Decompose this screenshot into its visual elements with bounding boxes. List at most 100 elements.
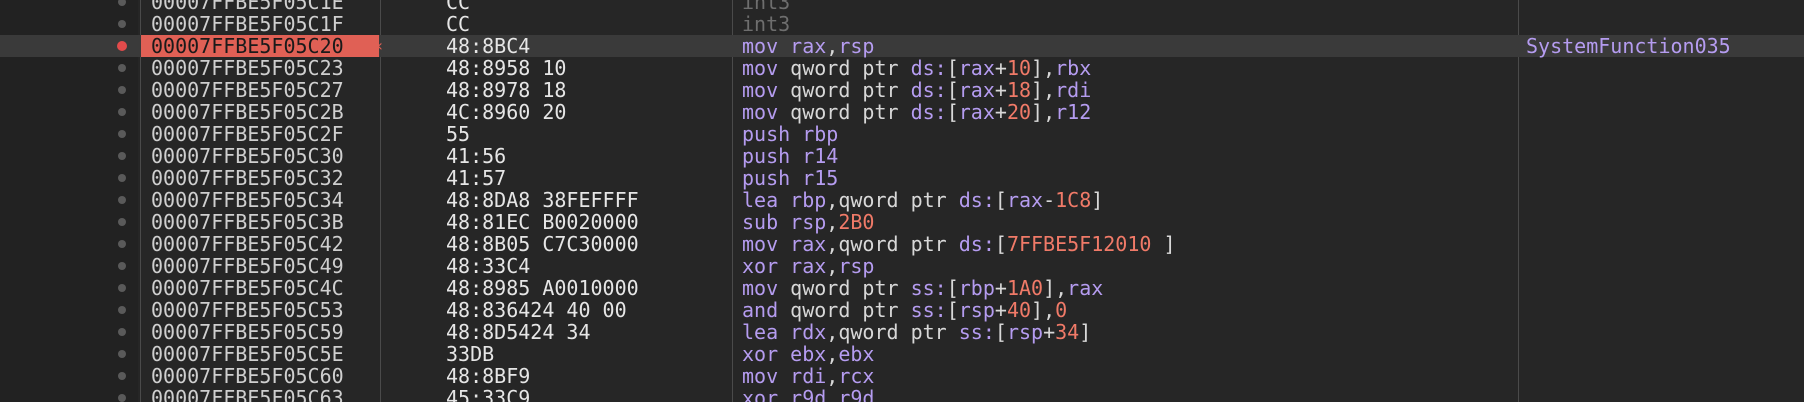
breakpoint-placeholder-icon[interactable] (118, 394, 126, 402)
instruction-row[interactable]: 00007FFBE5F05C20 ‹ 48:8BC4 mov rax,rsp Syste… (0, 35, 1804, 57)
breakpoint-placeholder-icon[interactable] (118, 0, 126, 6)
breakpoint-placeholder-icon[interactable] (118, 350, 126, 358)
instruction-cell[interactable]: and qword ptr ss:[rsp+40],0 (742, 299, 1067, 321)
breakpoint-placeholder-icon[interactable] (118, 306, 126, 314)
bytes-cell[interactable]: 33DB (446, 343, 494, 365)
instruction-cell[interactable]: push rbp (742, 123, 838, 145)
address-cell[interactable]: 00007FFBE5F05C49 (141, 255, 379, 277)
address-cell[interactable]: 00007FFBE5F05C23 (141, 57, 379, 79)
instruction-row[interactable]: 00007FFBE5F05C34 48:8DA8 38FEFFFF lea rbp,… (0, 189, 1804, 211)
instruction-row[interactable]: 00007FFBE5F05C2B 4C:8960 20 mov qword ptr … (0, 101, 1804, 123)
breakpoint-placeholder-icon[interactable] (118, 20, 126, 28)
instruction-token: ebx (790, 342, 827, 366)
address-cell[interactable]: 00007FFBE5F05C60 (141, 365, 379, 387)
bytes-cell[interactable]: 48:8D5424 34 (446, 321, 591, 343)
symbol-comment[interactable]: SystemFunction035 (1526, 35, 1731, 57)
instruction-row[interactable]: 00007FFBE5F05C63 45:33C9 xor r9d,r9d (0, 387, 1804, 402)
address-cell[interactable]: 00007FFBE5F05C30 (141, 145, 379, 167)
address-cell[interactable]: 00007FFBE5F05C4C (141, 277, 379, 299)
bytes-cell[interactable]: 4C:8960 20 (446, 101, 566, 123)
instruction-row[interactable]: 00007FFBE5F05C60 48:8BF9 mov rdi,rcx (0, 365, 1804, 387)
breakpoint-placeholder-icon[interactable] (118, 328, 126, 336)
instruction-row[interactable]: 00007FFBE5F05C42 48:8B05 C7C30000 mov rax,… (0, 233, 1804, 255)
instruction-cell[interactable]: xor r9d,r9d (742, 387, 874, 402)
instruction-row[interactable]: 00007FFBE5F05C30 41:56 push r14 (0, 145, 1804, 167)
instruction-token: rax (958, 78, 995, 102)
address-cell[interactable]: 00007FFBE5F05C1F (141, 13, 379, 35)
bytes-cell[interactable]: 48:33C4 (446, 255, 530, 277)
address-cell[interactable]: 00007FFBE5F05C20 (141, 35, 379, 57)
instruction-token: qword ptr (790, 100, 911, 124)
breakpoint-placeholder-icon[interactable] (118, 130, 126, 138)
instruction-cell[interactable]: mov rdi,rcx (742, 365, 874, 387)
instruction-row[interactable]: 00007FFBE5F05C59 48:8D5424 34 lea rdx,qwor… (0, 321, 1804, 343)
bytes-cell[interactable]: CC (446, 13, 470, 35)
breakpoint-placeholder-icon[interactable] (118, 108, 126, 116)
address-cell[interactable]: 00007FFBE5F05C42 (141, 233, 379, 255)
breakpoint-placeholder-icon[interactable] (118, 152, 126, 160)
instruction-token: push (742, 144, 803, 168)
instruction-row[interactable]: 00007FFBE5F05C32 41:57 push r15 (0, 167, 1804, 189)
address-cell[interactable]: 00007FFBE5F05C2B (141, 101, 379, 123)
address-cell[interactable]: 00007FFBE5F05C53 (141, 299, 379, 321)
bytes-cell[interactable]: 41:57 (446, 167, 506, 189)
instruction-cell[interactable]: xor rax,rsp (742, 255, 874, 277)
instruction-cell[interactable]: mov qword ptr ss:[rbp+1A0],rax (742, 277, 1103, 299)
instruction-cell[interactable]: mov qword ptr ds:[rax+18],rdi (742, 79, 1091, 101)
bytes-cell[interactable]: 48:8958 10 (446, 57, 566, 79)
instruction-row[interactable]: 00007FFBE5F05C4C 48:8985 A0010000 mov qwor… (0, 277, 1804, 299)
instruction-token: mov (742, 34, 791, 58)
breakpoint-placeholder-icon[interactable] (118, 196, 126, 204)
breakpoint-placeholder-icon[interactable] (118, 174, 126, 182)
breakpoint-placeholder-icon[interactable] (118, 262, 126, 270)
instruction-cell[interactable]: lea rbp,qword ptr ds:[rax-1C8] (742, 189, 1103, 211)
instruction-cell[interactable]: push r15 (742, 167, 838, 189)
instruction-cell[interactable]: mov rax,rsp (742, 35, 874, 57)
bytes-cell[interactable]: 48:8985 A0010000 (446, 277, 639, 299)
address-cell[interactable]: 00007FFBE5F05C5E (141, 343, 379, 365)
instruction-cell[interactable]: mov rax,qword ptr ds:[7FFBE5F12010 ] (742, 233, 1176, 255)
instruction-row[interactable]: 00007FFBE5F05C53 48:836424 40 00 and qword… (0, 299, 1804, 321)
instruction-row[interactable]: 00007FFBE5F05C5E 33DB xor ebx,ebx (0, 343, 1804, 365)
instruction-cell[interactable]: push r14 (742, 145, 838, 167)
bytes-cell[interactable]: 41:56 (446, 145, 506, 167)
instruction-row[interactable]: 00007FFBE5F05C2F 55 push rbp (0, 123, 1804, 145)
bytes-cell[interactable]: 55 (446, 123, 470, 145)
instruction-row[interactable]: 00007FFBE5F05C49 48:33C4 xor rax,rsp (0, 255, 1804, 277)
breakpoint-placeholder-icon[interactable] (118, 86, 126, 94)
address-cell[interactable]: 00007FFBE5F05C59 (141, 321, 379, 343)
address-cell[interactable]: 00007FFBE5F05C63 (141, 387, 379, 402)
instruction-cell[interactable]: sub rsp,2B0 (742, 211, 874, 233)
breakpoint-icon[interactable] (117, 41, 127, 51)
instruction-row[interactable]: 00007FFBE5F05C27 48:8978 18 mov qword ptr … (0, 79, 1804, 101)
breakpoint-placeholder-icon[interactable] (118, 284, 126, 292)
address-cell[interactable]: 00007FFBE5F05C32 (141, 167, 379, 189)
breakpoint-placeholder-icon[interactable] (118, 240, 126, 248)
instruction-cell[interactable]: int3 (742, 13, 790, 35)
bytes-cell[interactable]: 45:33C9 (446, 387, 530, 402)
breakpoint-placeholder-icon[interactable] (118, 64, 126, 72)
address-cell[interactable]: 00007FFBE5F05C27 (141, 79, 379, 101)
breakpoint-placeholder-icon[interactable] (118, 372, 126, 380)
instruction-cell[interactable]: xor ebx,ebx (742, 343, 874, 365)
instruction-row[interactable]: 00007FFBE5F05C3B 48:81EC B0020000 sub rsp,… (0, 211, 1804, 233)
instruction-row[interactable]: 00007FFBE5F05C23 48:8958 10 mov qword ptr … (0, 57, 1804, 79)
bytes-cell[interactable]: 48:8B05 C7C30000 (446, 233, 639, 255)
bytes-cell[interactable]: 48:8978 18 (446, 79, 566, 101)
disassembly-view[interactable]: 00007FFBE5F05C1E CC int3 00007FFBE5F05C1F CC… (0, 0, 1804, 402)
instruction-row[interactable]: 00007FFBE5F05C1F CC int3 (0, 13, 1804, 35)
breakpoint-placeholder-icon[interactable] (118, 218, 126, 226)
instruction-cell[interactable]: mov qword ptr ds:[rax+10],rbx (742, 57, 1091, 79)
instruction-cell[interactable]: mov qword ptr ds:[rax+20],r12 (742, 101, 1091, 123)
address-cell[interactable]: 00007FFBE5F05C34 (141, 189, 379, 211)
address-cell[interactable]: 00007FFBE5F05C3B (141, 211, 379, 233)
bytes-cell[interactable]: 48:8BF9 (446, 365, 530, 387)
instruction-cell[interactable]: lea rdx,qword ptr ss:[rsp+34] (742, 321, 1091, 343)
bytes-cell[interactable]: 48:836424 40 00 (446, 299, 627, 321)
instruction-token: , (826, 320, 839, 344)
bytes-cell[interactable]: 48:8BC4 (446, 35, 530, 57)
bytes-cell[interactable]: 48:81EC B0020000 (446, 211, 639, 233)
address-cell[interactable]: 00007FFBE5F05C2F (141, 123, 379, 145)
instruction-token: 2B0 (838, 210, 875, 234)
bytes-cell[interactable]: 48:8DA8 38FEFFFF (446, 189, 639, 211)
